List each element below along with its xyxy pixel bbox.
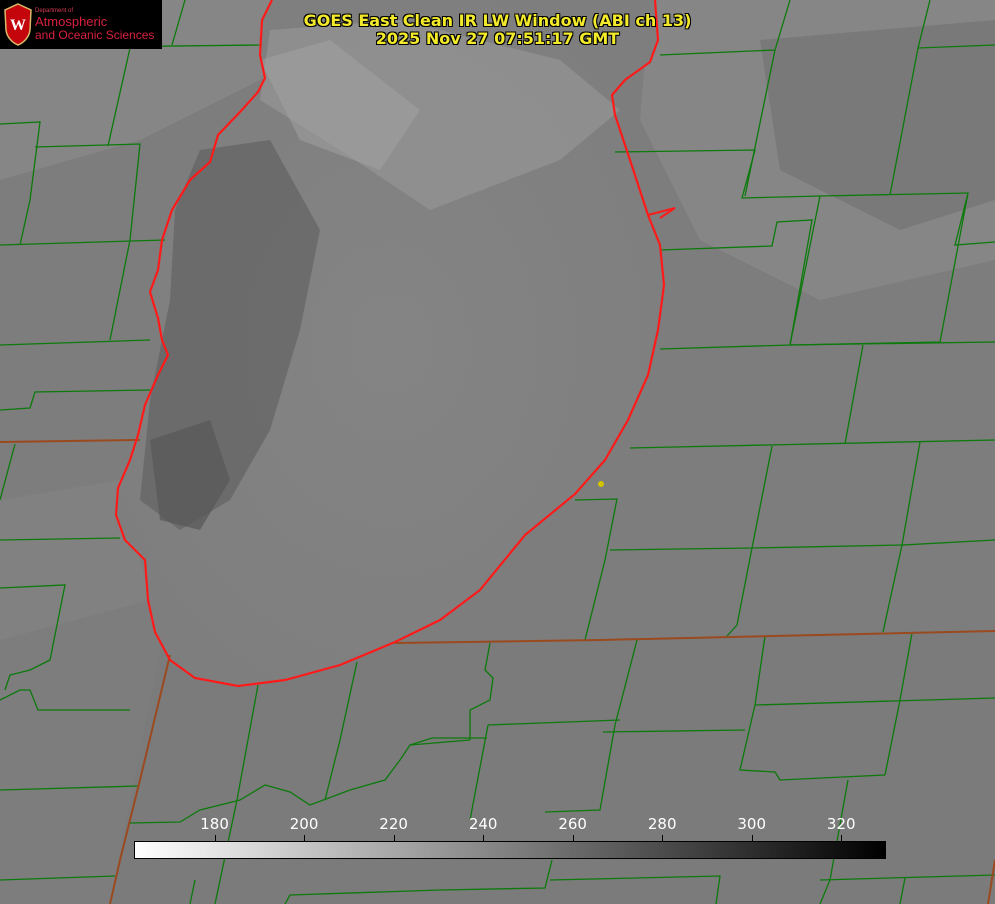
uw-aos-logo: W Department of Atmospheric and Oceanic …	[0, 0, 162, 49]
logo-line1-text: Atmospheric	[35, 14, 108, 29]
logo-line2-text: and Oceanic Sciences	[35, 28, 155, 42]
colorbar-tick-label: 240	[468, 815, 498, 833]
colorbar-tick-label: 300	[737, 815, 767, 833]
colorbar-tick-mark	[572, 835, 574, 841]
colorbar-tick-mark	[304, 835, 306, 841]
colorbar-tick-label: 320	[826, 815, 856, 833]
timestamp-title: 2025 Nov 27 07:51:17 GMT	[375, 29, 620, 48]
colorbar-tick-mark	[214, 835, 216, 841]
uw-crest-icon: W	[4, 3, 32, 46]
satellite-ir-map	[0, 0, 995, 904]
station-marker	[598, 481, 604, 487]
colorbar-tick-label: 180	[200, 815, 229, 833]
product-title: GOES East Clean IR LW Window (ABI ch 13)	[303, 11, 692, 30]
colorbar-tick-mark	[483, 835, 485, 841]
svg-text:W: W	[10, 17, 26, 34]
colorbar-tick-label: 200	[289, 815, 319, 833]
colorbar-tick-label: 280	[647, 815, 677, 833]
colorbar-tick-mark	[393, 835, 395, 841]
colorbar-tick-label: 220	[379, 815, 408, 833]
temperature-colorbar	[134, 841, 886, 859]
colorbar-tick-mark	[841, 835, 843, 841]
satellite-map-view: W Department of Atmospheric and Oceanic …	[0, 0, 995, 904]
colorbar-tick-mark	[751, 835, 753, 841]
colorbar-tick-label: 260	[558, 815, 587, 833]
colorbar-tick-mark	[662, 835, 664, 841]
